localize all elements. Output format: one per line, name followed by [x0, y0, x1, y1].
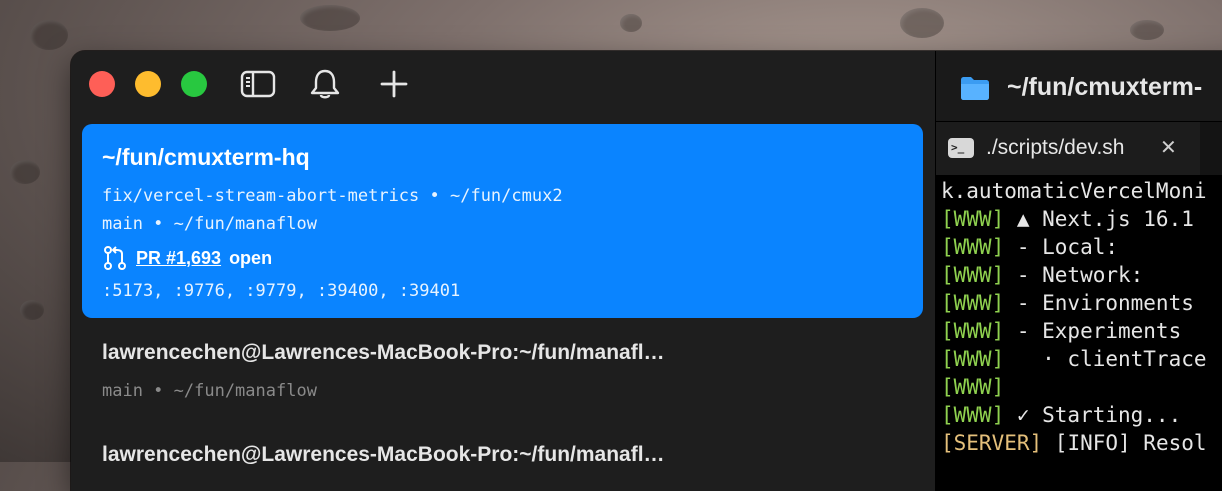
background-crater — [20, 300, 44, 320]
terminal-line: [SERVER] [INFO] Resol — [941, 431, 1207, 455]
pull-request-link[interactable]: PR #1,693 — [136, 248, 221, 269]
folder-icon — [961, 77, 989, 100]
terminal-line: [WWW] - Network: — [941, 263, 1144, 287]
terminal-line: [WWW] · clientTrace — [941, 347, 1207, 371]
background-crater — [620, 14, 642, 32]
pull-request-status: open — [229, 247, 273, 268]
workspace-branch-line: fix/vercel-stream-abort-metrics • ~/fun/… — [102, 186, 563, 206]
workspace-title: ~/fun/cmuxterm-hq — [102, 144, 310, 170]
zoom-window-button[interactable] — [181, 71, 207, 97]
terminal-line: [WWW] - Environments — [941, 291, 1194, 315]
app-window: ~/fun/cmuxterm-hq fix/vercel-stream-abor… — [71, 51, 1222, 491]
workspace-item-active[interactable]: ~/fun/cmuxterm-hq fix/vercel-stream-abor… — [82, 124, 923, 318]
pane-title: ~/fun/cmuxterm- — [1007, 73, 1203, 101]
background-crater — [10, 160, 40, 184]
background-crater — [900, 8, 944, 38]
workspace-item-title: lawrencechen@Lawrences-MacBook-Pro:~/fun… — [102, 341, 665, 364]
sidebar-icon — [240, 70, 276, 98]
pull-request-icon — [104, 246, 126, 270]
bell-icon — [310, 69, 340, 99]
pane-header: ~/fun/cmuxterm- — [936, 51, 1222, 121]
terminal-tab-label: ./scripts/dev.sh — [986, 136, 1125, 159]
terminal-tab[interactable]: >_ ./scripts/dev.sh ✕ — [936, 122, 1200, 176]
background-crater — [30, 20, 68, 50]
terminal-icon: >_ — [948, 138, 974, 158]
workspace-sidebar: ~/fun/cmuxterm-hq fix/vercel-stream-abor… — [71, 51, 935, 491]
pull-request-row: PR #1,693 open — [102, 245, 272, 271]
terminal-tab-bar: >_ ./scripts/dev.sh ✕ — [936, 121, 1222, 176]
terminal-pane: ~/fun/cmuxterm- >_ ./scripts/dev.sh ✕ k.… — [936, 51, 1222, 491]
terminal-line: [WWW] — [941, 375, 1005, 399]
titlebar — [71, 51, 935, 119]
terminal-line: [WWW] ✓ Starting... — [941, 403, 1182, 427]
close-window-button[interactable] — [89, 71, 115, 97]
sidebar-toggle-button[interactable] — [240, 67, 276, 101]
new-workspace-button[interactable] — [376, 67, 412, 101]
workspace-main-line: main • ~/fun/manaflow — [102, 214, 317, 234]
terminal-line: [WWW] - Experiments — [941, 319, 1182, 343]
terminal-output[interactable]: k.automaticVercelMoni [WWW] ▲ Next.js 16… — [936, 175, 1222, 491]
background-crater — [300, 5, 360, 31]
plus-icon — [380, 70, 408, 98]
terminal-line: [WWW] ▲ Next.js 16.1 — [941, 207, 1194, 231]
notifications-button[interactable] — [307, 67, 343, 101]
workspace-item-subtitle: main • ~/fun/manaflow — [102, 381, 317, 401]
workspace-item-title: lawrencechen@Lawrences-MacBook-Pro:~/fun… — [102, 443, 665, 466]
terminal-line: k.automaticVercelMoni — [941, 179, 1207, 203]
minimize-window-button[interactable] — [135, 71, 161, 97]
close-icon[interactable]: ✕ — [1160, 135, 1177, 160]
workspace-ports: :5173, :9776, :9779, :39400, :39401 — [102, 281, 461, 301]
terminal-line: [WWW] - Local: — [941, 235, 1119, 259]
background-crater — [1130, 20, 1164, 40]
